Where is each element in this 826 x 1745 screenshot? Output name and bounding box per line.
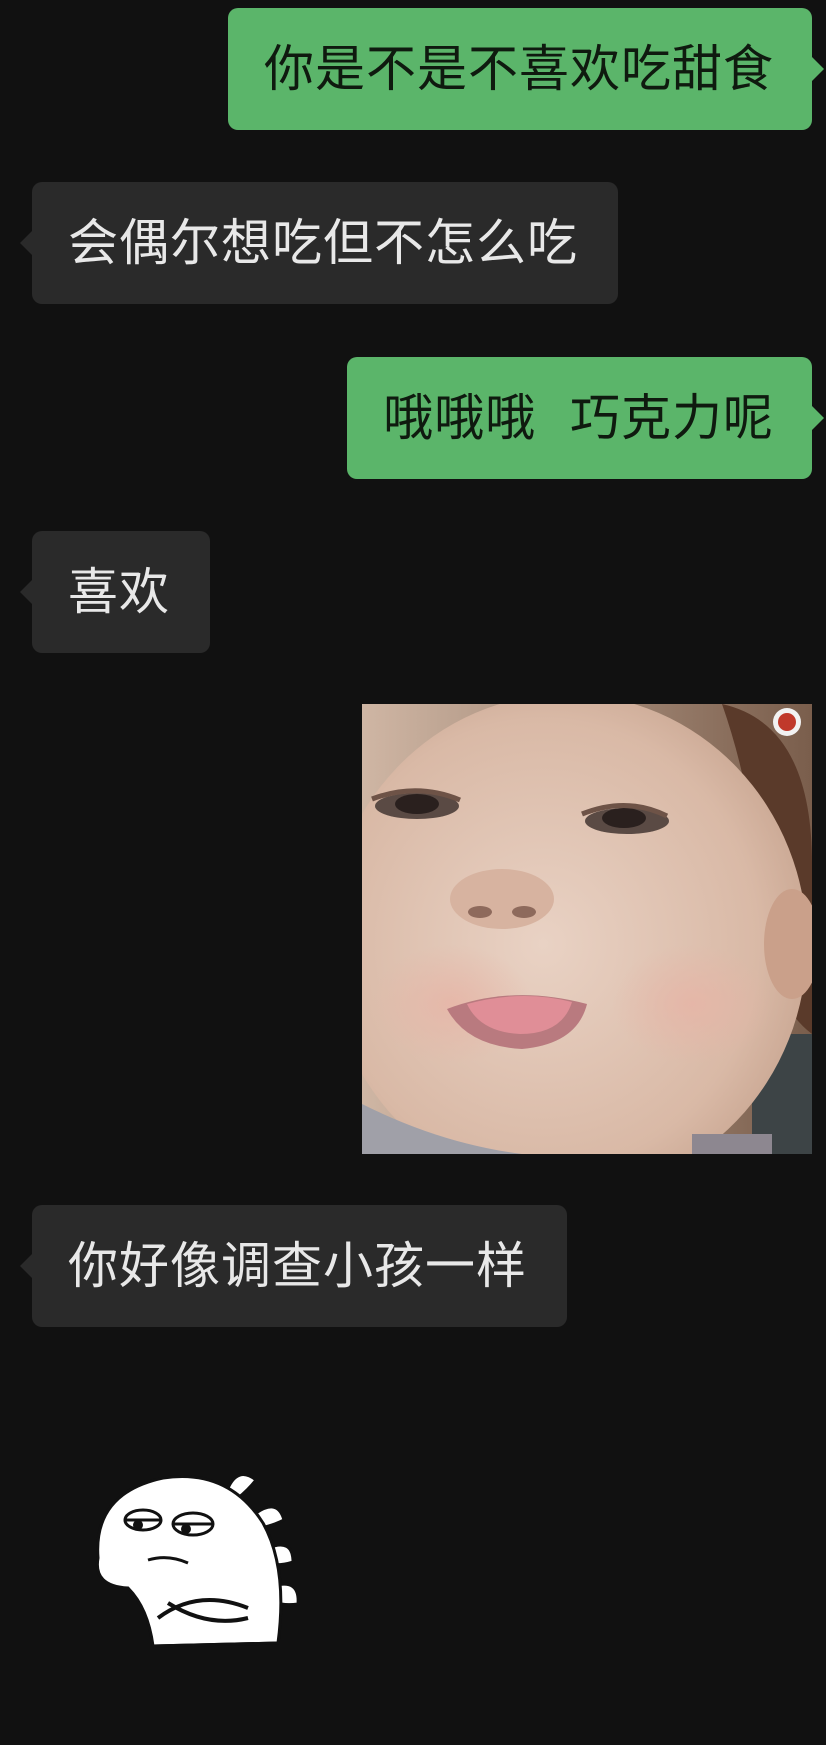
incoming-message-bubble[interactable]: 喜欢 bbox=[20, 531, 210, 653]
white-dinosaur-arms-crossed-sticker[interactable] bbox=[88, 1468, 334, 1658]
incoming-message-bubble[interactable]: 会偶尔想吃但不怎么吃 bbox=[20, 182, 618, 304]
child-tongue-photo[interactable] bbox=[362, 704, 812, 1154]
incoming-message-bubble[interactable]: 你好像调查小孩一样 bbox=[20, 1205, 567, 1327]
outgoing-message-bubble[interactable]: 哦哦哦 巧克力呢 bbox=[347, 357, 824, 479]
outgoing-message-bubble[interactable]: 你是不是不喜欢吃甜食 bbox=[228, 8, 824, 130]
